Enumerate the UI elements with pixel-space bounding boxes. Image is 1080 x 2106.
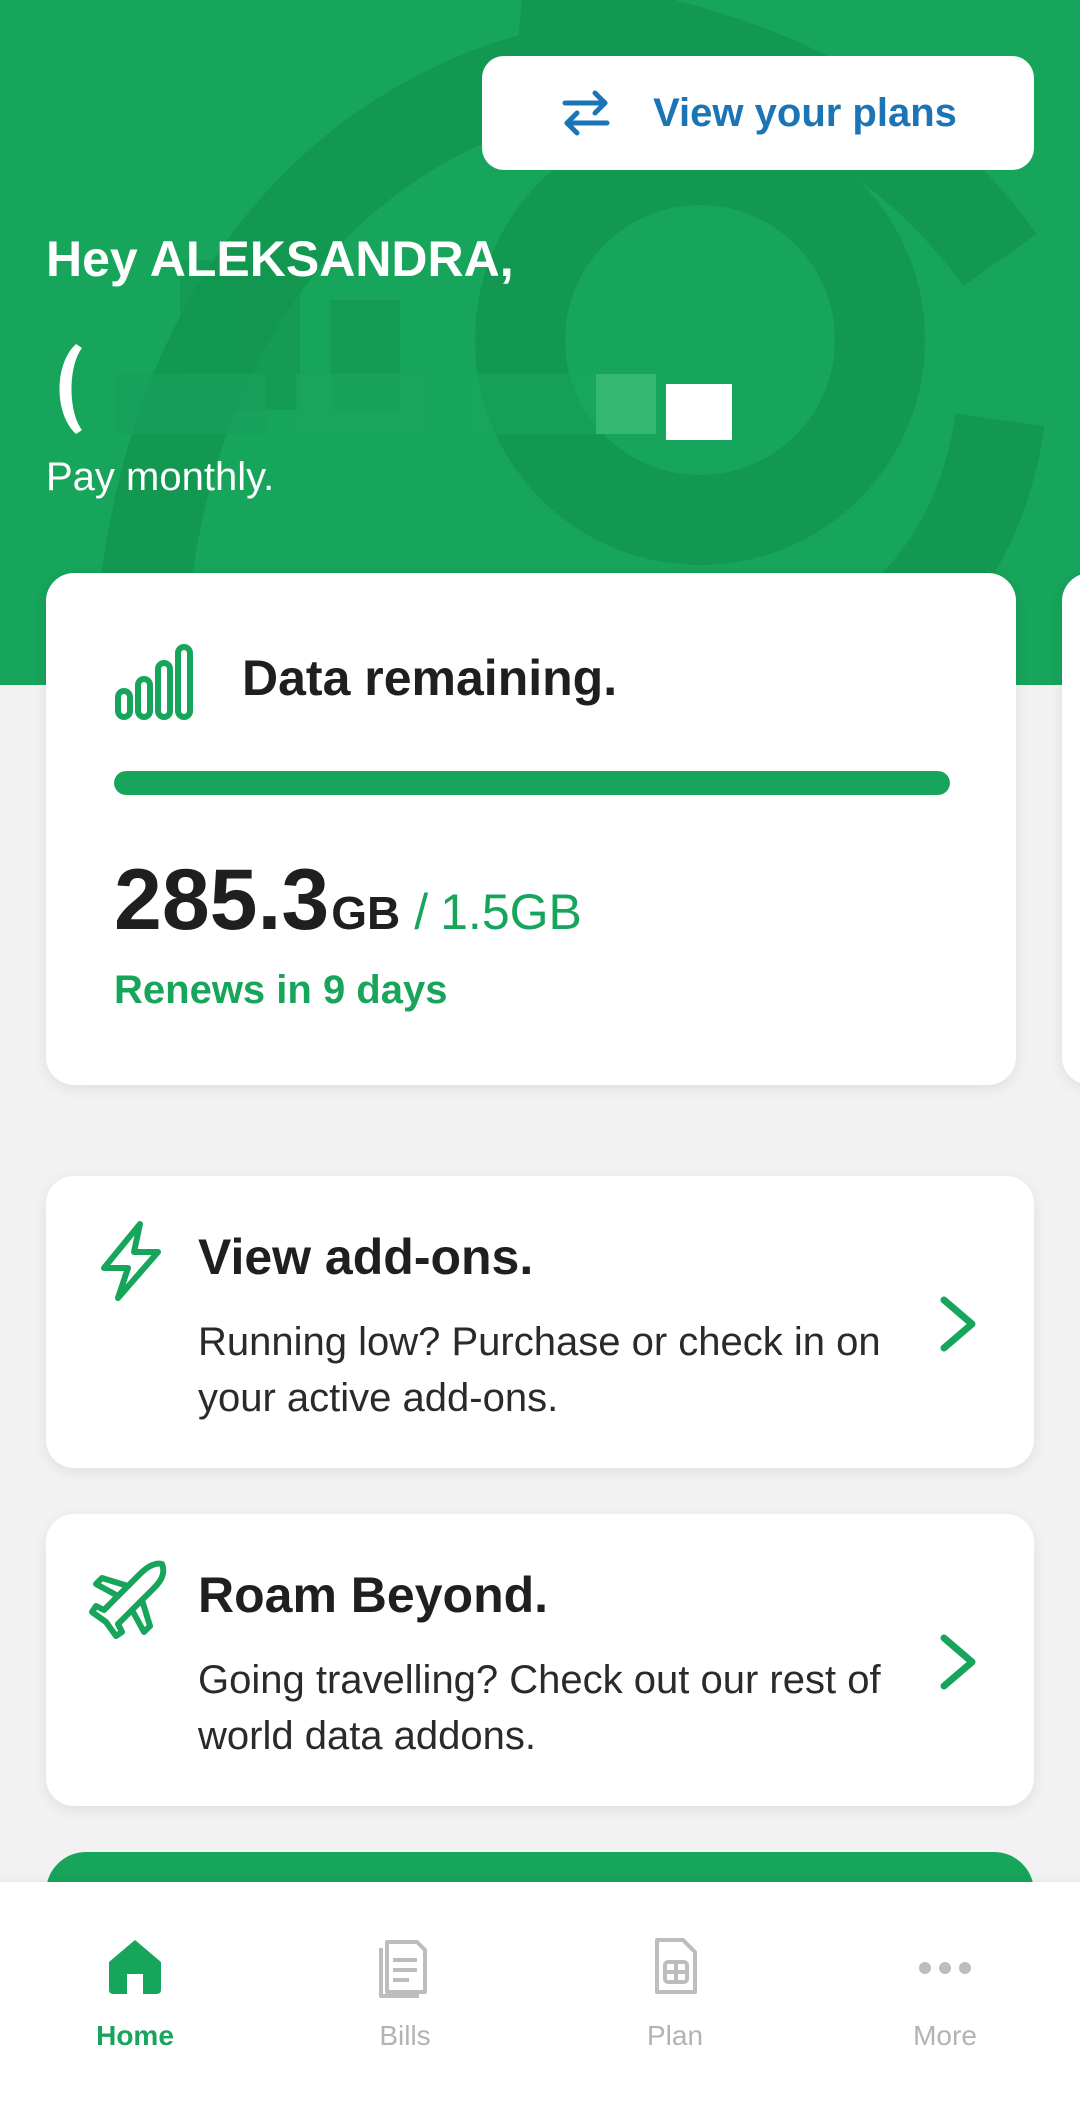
view-addons-card[interactable]: View add-ons. Running low? Purchase or c… [46, 1176, 1034, 1468]
chevron-right-icon [940, 1634, 976, 1690]
home-icon [109, 1940, 161, 1994]
nav-plan-label: Plan [646, 2020, 704, 2051]
view-plans-label: View your plans [653, 90, 957, 135]
data-progress-bar [114, 771, 950, 795]
more-icon [919, 1962, 971, 1974]
chevron-right-icon [940, 1296, 976, 1352]
data-remaining-card[interactable]: Data remaining. 285.3 GB / 1.5GB Renews … [46, 573, 1016, 1085]
data-used-value: 285.3 [114, 852, 330, 948]
data-used-unit: GB [331, 887, 401, 939]
roam-description: Going travelling? Check out our rest of … [198, 1658, 881, 1758]
data-usage: 285.3 GB / 1.5GB [114, 851, 582, 950]
home-screen: View your plans Hey ALEKSANDRA, Pay mont… [0, 0, 1080, 2106]
nav-bills[interactable]: Bills [270, 1882, 540, 2106]
view-plans-button[interactable]: View your plans [482, 56, 1034, 170]
data-separator: / [414, 884, 429, 940]
masked-phone-number [59, 344, 732, 440]
nav-more-label: More [913, 2020, 977, 2051]
roam-title: Roam Beyond. [198, 1567, 549, 1623]
nav-home-label: Home [96, 2020, 174, 2051]
swap-arrows-icon [562, 90, 610, 136]
signal-bars-icon [115, 644, 193, 720]
nav-plan[interactable]: Plan [540, 1882, 810, 2106]
nav-home[interactable]: Home [0, 1882, 270, 2106]
next-card-peek[interactable] [1062, 573, 1080, 1085]
airplane-icon [89, 1560, 167, 1639]
nav-more[interactable]: More [810, 1882, 1080, 2106]
plan-type-text: Pay monthly. [46, 455, 275, 499]
greeting-text: Hey ALEKSANDRA, [46, 231, 514, 287]
data-card-title: Data remaining. [242, 650, 618, 706]
roam-beyond-card[interactable]: Roam Beyond. Going travelling? Check out… [46, 1514, 1034, 1806]
nav-bills-label: Bills [379, 2020, 431, 2051]
renews-text: Renews in 9 days [114, 968, 448, 1012]
bottom-navigation: Home Bills Plan More [0, 1882, 1080, 2106]
bills-icon [379, 1940, 427, 1998]
data-total: 1.5GB [440, 884, 582, 940]
lightning-icon [101, 1221, 161, 1301]
sim-icon [655, 1938, 697, 1994]
addons-description: Running low? Purchase or check in on you… [198, 1320, 881, 1420]
data-progress-fill [114, 771, 950, 795]
addons-title: View add-ons. [198, 1229, 534, 1285]
